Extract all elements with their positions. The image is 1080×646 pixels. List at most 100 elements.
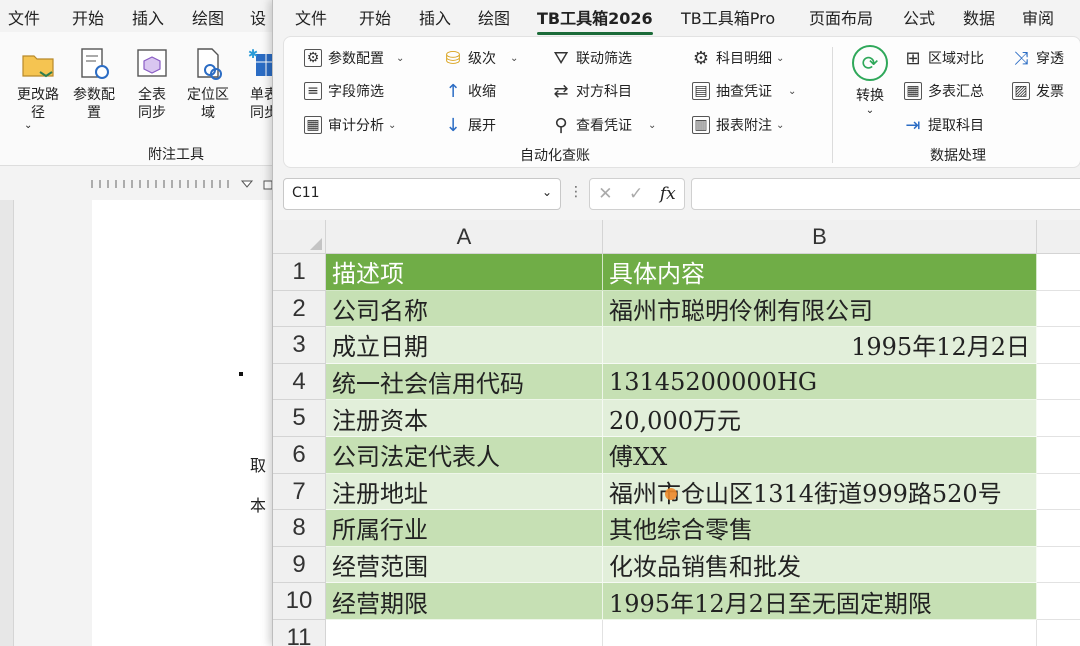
view-voucher-menu[interactable]: ⚲ 查看凭证 ⌄ bbox=[552, 114, 656, 136]
table-cell[interactable]: 1995年12月2日 bbox=[603, 327, 1037, 364]
tab-data[interactable]: 数据 bbox=[963, 5, 995, 29]
table-cell[interactable]: 13145200000HG bbox=[603, 363, 1037, 401]
table-cell[interactable] bbox=[1037, 510, 1080, 547]
header-cell[interactable]: 具体内容 bbox=[603, 254, 1037, 291]
change-path-button[interactable]: 更改路 径 bbox=[10, 46, 66, 122]
chevron-down-icon[interactable]: ⌄ bbox=[542, 185, 552, 199]
table-cell[interactable] bbox=[326, 620, 603, 646]
invoice-button[interactable]: ▨ 发票 bbox=[1012, 80, 1064, 102]
convert-button[interactable]: ⟳ 转换 ⌄ bbox=[844, 45, 896, 116]
word-tab-file[interactable]: 文件 bbox=[8, 5, 40, 29]
tab-tb-toolbox-pro[interactable]: TB工具箱Pro bbox=[681, 5, 775, 29]
table-cell[interactable] bbox=[1037, 437, 1080, 474]
more-icon[interactable]: ⋮ bbox=[569, 184, 583, 200]
table-cell[interactable] bbox=[1037, 363, 1080, 401]
word-tab-draw[interactable]: 绘图 bbox=[192, 5, 224, 29]
name-box[interactable]: C11 ⌄ bbox=[283, 178, 561, 210]
tab-page-layout[interactable]: 页面布局 bbox=[809, 5, 873, 29]
table-cell[interactable] bbox=[1037, 583, 1080, 620]
param-config-button[interactable]: 参数配 置 bbox=[66, 46, 122, 122]
row-header[interactable]: 8 bbox=[273, 510, 326, 547]
header-cell[interactable]: 描述项 bbox=[326, 254, 603, 291]
level-menu[interactable]: ⛁ 级次 ⌄ bbox=[444, 47, 518, 69]
column-header-b[interactable]: B bbox=[603, 220, 1037, 254]
table-cell[interactable] bbox=[1037, 620, 1080, 646]
row-header[interactable]: 6 bbox=[273, 437, 326, 474]
full-sync-button[interactable]: 全表 同步 bbox=[124, 46, 180, 122]
account-detail-menu[interactable]: ⚙ 科目明细 ⌄ bbox=[692, 47, 784, 69]
table-cell[interactable]: 1995年12月2日至无固定期限 bbox=[603, 583, 1037, 620]
select-all-corner[interactable] bbox=[273, 220, 326, 254]
row-header[interactable]: 2 bbox=[273, 290, 326, 328]
tab-file[interactable]: 文件 bbox=[295, 5, 327, 29]
field-filter-button[interactable]: ≡ 字段筛选 bbox=[304, 80, 384, 102]
settings-doc-icon bbox=[76, 46, 112, 82]
row-header[interactable]: 7 bbox=[273, 473, 326, 511]
word-tab-insert[interactable]: 插入 bbox=[132, 5, 164, 29]
row-header[interactable]: 9 bbox=[273, 546, 326, 584]
convert-label: 转换 bbox=[856, 88, 884, 104]
table-cell[interactable]: 其他综合零售 bbox=[603, 510, 1037, 547]
param-config-menu[interactable]: ⚙ 参数配置 ⌄ bbox=[304, 47, 404, 69]
single-sync-button[interactable]: ✱ 单表 同步 bbox=[236, 46, 272, 122]
column-header-c[interactable] bbox=[1037, 220, 1080, 254]
table-cell[interactable]: 注册资本 bbox=[326, 400, 603, 437]
word-tab-home[interactable]: 开始 bbox=[72, 5, 104, 29]
table-cell[interactable]: 统一社会信用代码 bbox=[326, 363, 603, 401]
table-cell[interactable] bbox=[1037, 473, 1080, 511]
word-tab-design[interactable]: 设 bbox=[250, 5, 266, 29]
row-header[interactable]: 4 bbox=[273, 363, 326, 401]
confirm-icon[interactable]: ✓ bbox=[629, 184, 643, 204]
table-cell[interactable] bbox=[1037, 546, 1080, 584]
table-cell[interactable] bbox=[603, 620, 1037, 646]
row-header[interactable]: 3 bbox=[273, 327, 326, 364]
table-cell[interactable] bbox=[1037, 290, 1080, 328]
tab-home[interactable]: 开始 bbox=[359, 5, 391, 29]
table-cell[interactable]: 傅XX bbox=[603, 437, 1037, 474]
table-cell[interactable] bbox=[1037, 400, 1080, 437]
column-header-a[interactable]: A bbox=[326, 220, 603, 254]
chevron-down-icon: ⌄ bbox=[865, 105, 875, 116]
cancel-icon[interactable]: ✕ bbox=[598, 184, 612, 204]
table-cell[interactable] bbox=[1037, 254, 1080, 291]
row-header[interactable]: 10 bbox=[273, 583, 326, 620]
row-header[interactable]: 1 bbox=[273, 254, 326, 291]
tab-review[interactable]: 审阅 bbox=[1022, 5, 1054, 29]
table-sync-icon: ✱ bbox=[246, 46, 272, 82]
table-cell[interactable]: 公司法定代表人 bbox=[326, 437, 603, 474]
tab-draw[interactable]: 绘图 bbox=[478, 5, 510, 29]
counter-account-button[interactable]: ⇄ 对方科目 bbox=[552, 80, 632, 102]
table-cell[interactable]: 所属行业 bbox=[326, 510, 603, 547]
area-compare-button[interactable]: ⊞ 区域对比 bbox=[904, 47, 984, 69]
linked-filter-button[interactable]: ⛛ 联动筛选 bbox=[552, 47, 632, 69]
formula-input[interactable] bbox=[691, 178, 1080, 210]
multi-sheet-summary-button[interactable]: ▦ 多表汇总 bbox=[904, 80, 984, 102]
extract-account-button[interactable]: ⇥ 提取科目 bbox=[904, 114, 984, 136]
table-cell[interactable] bbox=[1037, 327, 1080, 364]
audit-analysis-menu[interactable]: ▦ 审计分析 ⌄ bbox=[304, 114, 396, 136]
report-notes-menu[interactable]: ▥ 报表附注 ⌄ bbox=[692, 114, 784, 136]
locate-area-button[interactable]: 定位区 域 bbox=[180, 46, 236, 122]
table-icon: ▦ bbox=[904, 82, 922, 100]
table-cell[interactable]: 注册地址 bbox=[326, 473, 603, 511]
tab-formulas[interactable]: 公式 bbox=[903, 5, 935, 29]
row-header[interactable]: 11 bbox=[273, 620, 326, 646]
collapse-button[interactable]: ↑ 收缩 bbox=[444, 80, 496, 102]
table-cell[interactable]: 公司名称 bbox=[326, 290, 603, 328]
table-cell[interactable]: 福州市聪明伶俐有限公司 bbox=[603, 290, 1037, 328]
drill-through-button[interactable]: ⤨ 穿透 bbox=[1012, 47, 1064, 69]
config-icon: ⚙ bbox=[304, 49, 322, 67]
row-header[interactable]: 5 bbox=[273, 400, 326, 437]
table-cell[interactable]: 经营期限 bbox=[326, 583, 603, 620]
table-cell[interactable]: 成立日期 bbox=[326, 327, 603, 364]
insert-function-icon[interactable]: fx bbox=[660, 184, 676, 204]
expand-button[interactable]: ↓ 展开 bbox=[444, 114, 496, 136]
sample-voucher-menu[interactable]: ▤ 抽查凭证 ⌄ bbox=[692, 80, 796, 102]
tab-insert[interactable]: 插入 bbox=[419, 5, 451, 29]
table-cell[interactable]: 化妆品销售和批发 bbox=[603, 546, 1037, 584]
magnifier-icon: ⚲ bbox=[554, 114, 568, 136]
table-cell[interactable]: 经营范围 bbox=[326, 546, 603, 584]
tab-tb-toolbox-2026[interactable]: TB工具箱2026 bbox=[537, 5, 653, 35]
page-text-line-2: 本 bbox=[250, 496, 267, 515]
table-cell[interactable]: 20,000万元 bbox=[603, 400, 1037, 437]
